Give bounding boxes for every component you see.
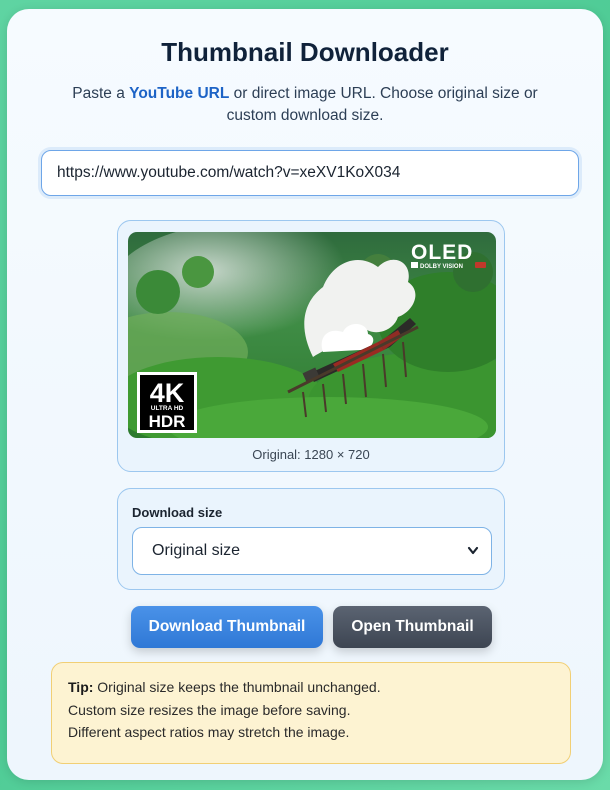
tip-line-3: Different aspect ratios may stretch the … [68,724,350,740]
thumbnail-image-graphic: OLED DOLBY VISION 4K ULTRA HD HDR [128,232,496,438]
download-size-label: Download size [132,505,223,520]
download-size-selected-value: Original size [152,542,241,559]
download-size-panel: Download size Original size [117,488,505,590]
tip-text-1: Original size keeps the thumbnail unchan… [93,679,381,695]
download-thumbnail-button[interactable]: Download Thumbnail [131,606,323,648]
open-thumbnail-button[interactable]: Open Thumbnail [333,606,492,648]
dolby-badge-text: DOLBY VISION [420,264,463,270]
tip-label: Tip: [68,679,94,695]
badge-ultra-text: ULTRA HD [151,405,184,412]
oled-badge-text: OLED [411,241,473,264]
subtitle-suffix: or direct image URL. Choose original siz… [226,85,538,124]
main-card: Thumbnail Downloader Paste a YouTube URL… [7,9,603,780]
thumbnail-image: OLED DOLBY VISION 4K ULTRA HD HDR [128,232,496,438]
subtitle-prefix: Paste a [72,85,130,102]
original-dimensions-label: Original: 1280 × 720 [252,447,370,462]
tip-line-2: Custom size resizes the image before sav… [68,701,351,718]
chevron-down-icon [467,541,479,566]
url-input[interactable] [41,150,579,196]
badge-4k-text: 4K [150,378,185,408]
uhd-hdr-badge: 4K ULTRA HD HDR [137,372,197,433]
tip-line-1: Tip: Original size keeps the thumbnail u… [68,676,554,699]
subtitle-youtube-link: YouTube URL [129,85,230,102]
download-size-select[interactable]: Original size [132,527,492,575]
page-title: Thumbnail Downloader [161,37,449,67]
badge-hdr-text: HDR [149,412,186,431]
thumbnail-preview-panel: OLED DOLBY VISION 4K ULTRA HD HDR Origin… [117,220,505,472]
tip-box: Tip: Original size keeps the thumbnail u… [51,662,571,764]
page-subtitle: Paste a YouTube URL or direct image URL.… [67,83,543,127]
